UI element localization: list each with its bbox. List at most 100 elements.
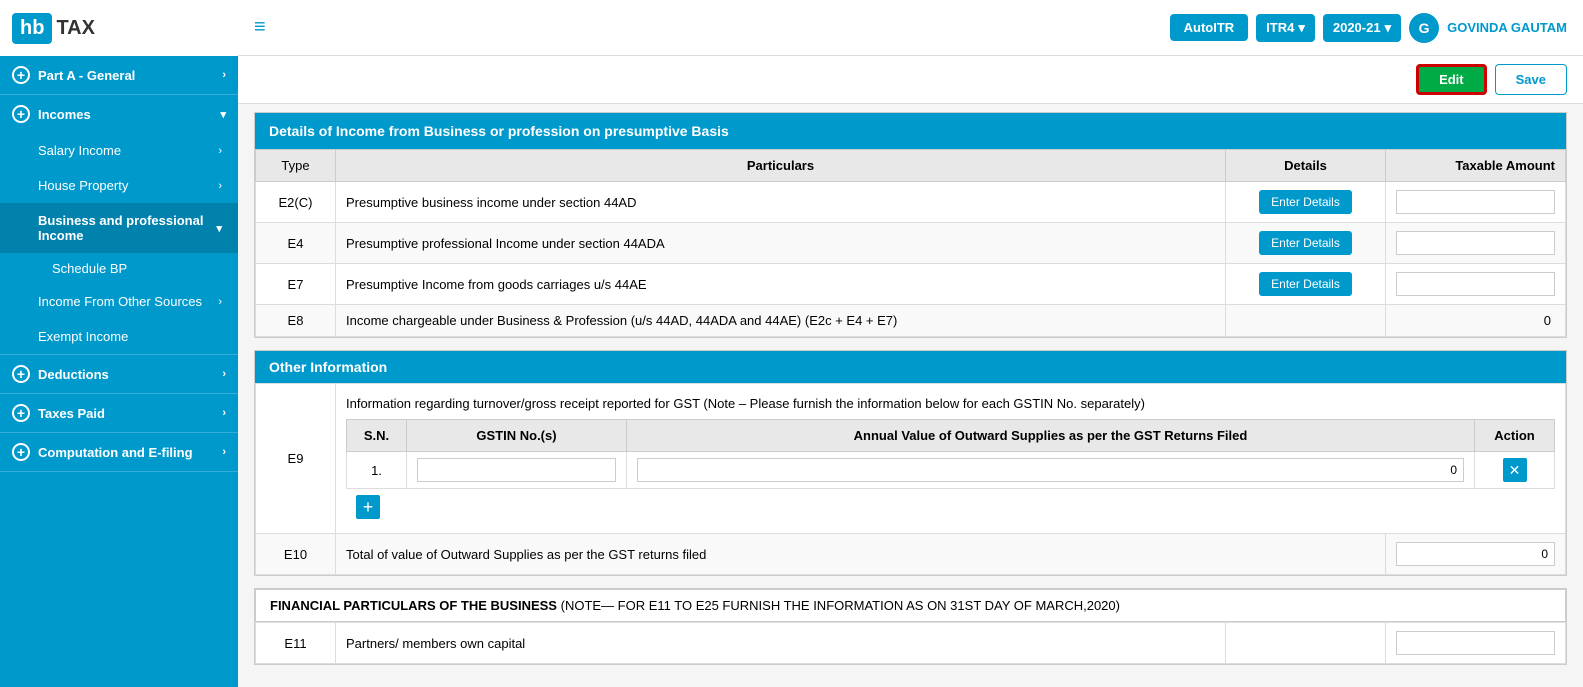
hamburger-icon[interactable]: ≡	[254, 16, 266, 39]
e9-label-cell: E9	[256, 384, 336, 534]
e9-row: E9 Information regarding turnover/gross …	[256, 384, 1566, 534]
plus-icon-deductions: +	[12, 365, 30, 383]
section-title: Details of Income from Business or profe…	[255, 113, 1566, 149]
arrow-icon-part-a: ›	[222, 69, 226, 81]
e11-row: E11 Partners/ members own capital	[256, 623, 1566, 664]
action-bar: Edit Save	[238, 56, 1583, 104]
save-button[interactable]: Save	[1495, 64, 1567, 95]
logo: hb TAX	[0, 0, 238, 56]
gst-table-row: 1. ✕	[347, 452, 1555, 489]
main-area: ≡ AutoITR ITR4 ▾ 2020-21 ▾ G GOVINDA GAU…	[238, 0, 1583, 687]
e11-label-cell: E11	[256, 623, 336, 664]
arrow-icon-incomes: ▾	[220, 108, 226, 121]
e9-description: Information regarding turnover/gross rec…	[346, 392, 1555, 419]
sidebar-item-taxes[interactable]: + Taxes Paid ›	[0, 394, 238, 432]
table-row: E2(C)Presumptive business income under s…	[256, 182, 1566, 223]
arrow-icon-salary: ›	[218, 145, 222, 157]
gst-annual-input-0[interactable]	[637, 458, 1464, 482]
sidebar-item-business[interactable]: Business and professional Income ▾	[0, 203, 238, 253]
arrow-icon-taxes: ›	[222, 407, 226, 419]
sidebar-label-schedule-bp: Schedule BP	[52, 261, 127, 276]
sidebar-item-computation[interactable]: + Computation and E-filing ›	[0, 433, 238, 471]
col-type: Type	[256, 150, 336, 182]
income-table: Type Particulars Details Taxable Amount …	[255, 149, 1566, 337]
topbar: ≡ AutoITR ITR4 ▾ 2020-21 ▾ G GOVINDA GAU…	[238, 0, 1583, 56]
other-info-table: E9 Information regarding turnover/gross …	[255, 383, 1566, 575]
year-button[interactable]: 2020-21 ▾	[1323, 14, 1401, 42]
sidebar-item-incomes[interactable]: + Incomes ▾	[0, 95, 238, 133]
row-amount-1[interactable]	[1386, 223, 1566, 264]
row-amount-0[interactable]	[1386, 182, 1566, 223]
col-taxable-amount: Taxable Amount	[1386, 150, 1566, 182]
arrow-icon-business: ▾	[216, 222, 222, 235]
gst-table: S.N. GSTIN No.(s) Annual Value of Outwar…	[346, 419, 1555, 489]
amount-input-2[interactable]	[1396, 272, 1555, 296]
gst-delete-btn-0[interactable]: ✕	[1503, 458, 1527, 482]
plus-icon-part-a: +	[12, 66, 30, 84]
gst-col-action: Action	[1475, 420, 1555, 452]
sidebar-label-part-a: Part A - General	[38, 68, 135, 83]
row-type-1: E4	[256, 223, 336, 264]
row-type-0: E2(C)	[256, 182, 336, 223]
user-name: GOVINDA GAUTAM	[1447, 20, 1567, 35]
sidebar-item-house[interactable]: House Property ›	[0, 168, 238, 203]
row-details-1: Enter Details	[1226, 223, 1386, 264]
row-type-3: E8	[256, 305, 336, 337]
itr4-button[interactable]: ITR4 ▾	[1256, 14, 1315, 42]
sidebar: hb TAX + Part A - General › + Incomes ▾ …	[0, 0, 238, 687]
sidebar-label-exempt: Exempt Income	[38, 329, 128, 344]
gst-col-sn: S.N.	[347, 420, 407, 452]
sidebar-section-computation: + Computation and E-filing ›	[0, 433, 238, 472]
gst-gstin-input-0[interactable]	[417, 458, 616, 482]
business-income-section: Details of Income from Business or profe…	[254, 112, 1567, 338]
year-dropdown-arrow: ▾	[1385, 20, 1392, 36]
row-particulars-3: Income chargeable under Business & Profe…	[336, 305, 1226, 337]
edit-button[interactable]: Edit	[1416, 64, 1487, 95]
enter-details-btn-0[interactable]: Enter Details	[1259, 190, 1352, 214]
sidebar-section-deductions: + Deductions ›	[0, 355, 238, 394]
sidebar-item-schedule-bp[interactable]: Schedule BP	[0, 253, 238, 284]
gst-annual-0	[627, 452, 1475, 489]
e11-description-cell: Partners/ members own capital	[336, 623, 1226, 664]
amount-input-1[interactable]	[1396, 231, 1555, 255]
e11-details-cell	[1226, 623, 1386, 664]
sidebar-item-exempt[interactable]: Exempt Income	[0, 319, 238, 354]
sidebar-label-incomes: Incomes	[38, 107, 91, 122]
e11-amount-cell	[1386, 623, 1566, 664]
itr4-dropdown-arrow: ▾	[1298, 20, 1305, 36]
plus-icon-incomes: +	[12, 105, 30, 123]
arrow-icon-computation: ›	[222, 446, 226, 458]
sidebar-label-business: Business and professional Income	[38, 213, 216, 243]
enter-details-btn-1[interactable]: Enter Details	[1259, 231, 1352, 255]
amount-input-0[interactable]	[1396, 190, 1555, 214]
sidebar-label-computation: Computation and E-filing	[38, 445, 193, 460]
add-gst-row-button[interactable]: +	[356, 495, 380, 519]
row-details-2: Enter Details	[1226, 264, 1386, 305]
gst-sn-0: 1.	[347, 452, 407, 489]
sidebar-item-deductions[interactable]: + Deductions ›	[0, 355, 238, 393]
gst-action-0: ✕	[1475, 452, 1555, 489]
e10-value-input[interactable]	[1396, 542, 1555, 566]
sidebar-item-part-a[interactable]: + Part A - General ›	[0, 56, 238, 94]
sidebar-label-deductions: Deductions	[38, 367, 109, 382]
user-avatar: G	[1409, 13, 1439, 43]
enter-details-btn-2[interactable]: Enter Details	[1259, 272, 1352, 296]
row-type-2: E7	[256, 264, 336, 305]
arrow-icon-income-other: ›	[218, 296, 222, 308]
row-particulars-1: Presumptive professional Income under se…	[336, 223, 1226, 264]
row-amount-2[interactable]	[1386, 264, 1566, 305]
autoitr-button[interactable]: AutoITR	[1170, 14, 1249, 41]
sidebar-item-income-other[interactable]: Income From Other Sources ›	[0, 284, 238, 319]
sidebar-label-taxes: Taxes Paid	[38, 406, 105, 421]
other-info-section: Other Information E9 Information regardi…	[254, 350, 1567, 576]
row-details-3	[1226, 305, 1386, 337]
e11-value-input[interactable]	[1396, 631, 1555, 655]
arrow-icon-deductions: ›	[222, 368, 226, 380]
amount-display-3: 0	[1396, 313, 1555, 328]
financial-section: FINANCIAL PARTICULARS OF THE BUSINESS (N…	[254, 588, 1567, 665]
row-particulars-0: Presumptive business income under sectio…	[336, 182, 1226, 223]
sidebar-section-incomes: + Incomes ▾ Salary Income › House Proper…	[0, 95, 238, 355]
sidebar-item-salary[interactable]: Salary Income ›	[0, 133, 238, 168]
e10-value-cell	[1386, 534, 1566, 575]
gst-gstin-0	[407, 452, 627, 489]
